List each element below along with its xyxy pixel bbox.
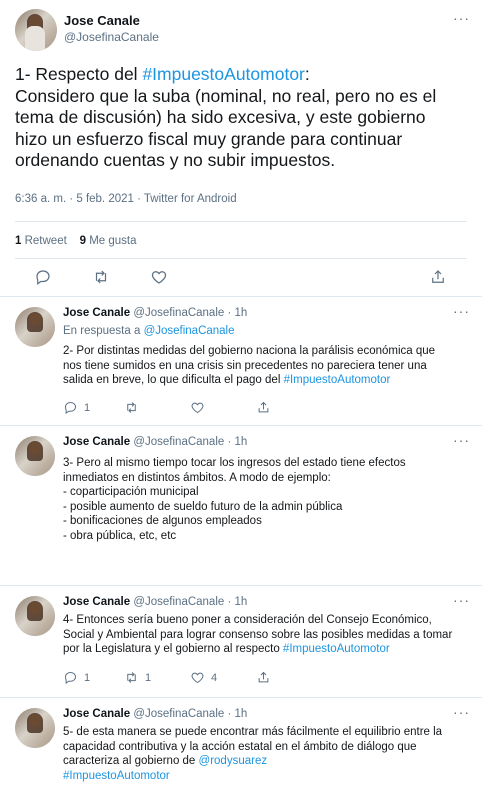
avatar[interactable]: [15, 307, 55, 347]
tweet-actions: [0, 268, 482, 292]
hashtag-link[interactable]: #ImpuestoAutomotor: [284, 374, 391, 386]
author-name[interactable]: Jose Canale: [63, 307, 130, 319]
like-button[interactable]: 4: [190, 670, 217, 685]
more-icon[interactable]: ···: [453, 704, 470, 720]
retweet-button[interactable]: 1: [124, 670, 151, 685]
reply-time[interactable]: · 1h: [227, 708, 247, 720]
main-tweet: Jose Canale @JosefinaCanale ··· 1- Respe…: [0, 0, 482, 297]
like-icon: [191, 402, 204, 414]
reply-text: 5- de esta manera se puede encontrar más…: [63, 726, 443, 782]
author-handle[interactable]: @JosefinaCanale: [133, 307, 224, 319]
reply-text: 3- Pero al mismo tiempo tocar los ingres…: [63, 457, 406, 542]
retweet-button[interactable]: [124, 400, 145, 415]
hashtag-link[interactable]: #ImpuestoAutomotor: [63, 770, 170, 782]
reply-tweet[interactable]: Jose Canale @JosefinaCanale · 1h ··· 5- …: [0, 698, 482, 791]
like-button[interactable]: [190, 400, 211, 415]
share-icon: [258, 671, 269, 683]
hashtag-link[interactable]: #ImpuestoAutomotor: [142, 64, 304, 84]
author-name[interactable]: Jose Canale: [63, 436, 130, 448]
author-handle[interactable]: @JosefinaCanale: [133, 596, 224, 608]
reply-time[interactable]: · 1h: [227, 436, 247, 448]
author-handle[interactable]: @JosefinaCanale: [133, 436, 224, 448]
reply-header: Jose Canale @JosefinaCanale · 1h: [63, 596, 247, 608]
likes-stat[interactable]: 9 Me gusta: [80, 235, 137, 247]
divider: [15, 221, 467, 222]
divider: [15, 258, 467, 259]
share-button[interactable]: [256, 670, 271, 685]
reply-text: 4- Entonces sería bueno poner a consider…: [63, 614, 453, 655]
reply-tweet[interactable]: Jose Canale @JosefinaCanale · 1h ··· 4- …: [0, 586, 482, 698]
reply-tweet[interactable]: Jose Canale @JosefinaCanale · 1h ··· En …: [0, 297, 482, 426]
mention-link[interactable]: @rodysuarez: [199, 755, 268, 767]
more-icon[interactable]: ···: [453, 10, 470, 26]
reply-icon: [64, 671, 77, 685]
avatar[interactable]: [15, 9, 57, 51]
reply-actions: 1 1 4: [0, 670, 482, 688]
share-icon: [258, 401, 269, 413]
retweet-button[interactable]: [92, 268, 110, 286]
like-icon: [151, 271, 167, 284]
reply-icon: [64, 401, 77, 415]
reply-tweet[interactable]: Jose Canale @JosefinaCanale · 1h ··· 3- …: [0, 426, 482, 586]
reply-header: Jose Canale @JosefinaCanale · 1h: [63, 708, 247, 720]
reply-button[interactable]: 1: [63, 670, 90, 685]
more-icon[interactable]: ···: [453, 592, 470, 608]
share-icon: [432, 270, 444, 283]
like-button[interactable]: [150, 268, 168, 286]
more-icon[interactable]: ···: [453, 432, 470, 448]
author-name[interactable]: Jose Canale: [63, 708, 130, 720]
author-handle[interactable]: @JosefinaCanale: [64, 30, 159, 44]
share-button[interactable]: [429, 268, 447, 286]
author-handle[interactable]: @JosefinaCanale: [133, 708, 224, 720]
reply-time[interactable]: · 1h: [227, 596, 247, 608]
tweet-text: 1- Respecto del #ImpuestoAutomotor: Cons…: [15, 64, 437, 170]
reply-actions: 1: [0, 400, 482, 418]
in-reply-to: En respuesta a @JosefinaCanale: [63, 325, 235, 337]
reply-button[interactable]: 1: [63, 400, 90, 415]
retweet-icon: [95, 270, 107, 284]
tweet-stats: 1 Retweet 9 Me gusta: [15, 235, 137, 247]
hashtag-link[interactable]: #ImpuestoAutomotor: [283, 643, 390, 655]
reply-time[interactable]: · 1h: [227, 307, 247, 319]
tweet-timestamp[interactable]: 6:36 a. m. · 5 feb. 2021 · Twitter for A…: [15, 193, 237, 205]
retweets-stat[interactable]: 1 Retweet: [15, 235, 67, 247]
mention-link[interactable]: @JosefinaCanale: [144, 325, 235, 337]
avatar[interactable]: [15, 596, 55, 636]
avatar[interactable]: [15, 708, 55, 748]
like-icon: [191, 672, 204, 684]
more-icon[interactable]: ···: [453, 303, 470, 319]
reply-text: 2- Por distintas medidas del gobierno na…: [63, 345, 436, 386]
author-name[interactable]: Jose Canale: [63, 596, 130, 608]
reply-button[interactable]: [34, 268, 52, 286]
author-name[interactable]: Jose Canale: [64, 13, 140, 28]
reply-header: Jose Canale @JosefinaCanale · 1h: [63, 307, 247, 319]
reply-icon: [36, 270, 50, 285]
retweet-icon: [127, 402, 136, 413]
reply-header: Jose Canale @JosefinaCanale · 1h: [63, 436, 247, 448]
share-button[interactable]: [256, 400, 271, 415]
avatar[interactable]: [15, 436, 55, 476]
retweet-icon: [127, 672, 136, 683]
